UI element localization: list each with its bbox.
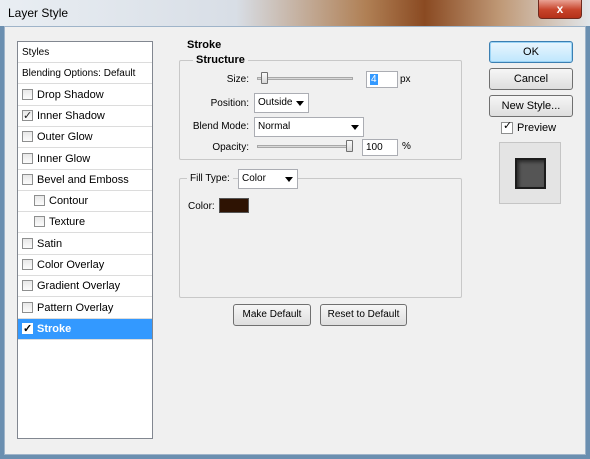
style-checkbox[interactable] bbox=[34, 195, 45, 207]
styles-list-item[interactable]: Drop Shadow bbox=[18, 85, 152, 106]
preview-thumbnail bbox=[499, 142, 561, 204]
size-input[interactable]: 4 bbox=[366, 71, 398, 88]
style-checkbox[interactable] bbox=[34, 216, 45, 228]
styles-list-item[interactable]: Inner Glow bbox=[18, 149, 152, 170]
styles-list-item[interactable]: Texture bbox=[18, 212, 152, 234]
structure-title: Structure bbox=[193, 54, 248, 66]
style-checkbox[interactable] bbox=[22, 131, 33, 143]
opacity-unit: % bbox=[402, 141, 411, 152]
position-dropdown[interactable]: Outside bbox=[254, 93, 309, 113]
styles-list-item-label: Gradient Overlay bbox=[37, 280, 121, 293]
styles-list-item-label: Drop Shadow bbox=[37, 88, 104, 101]
style-checkbox[interactable] bbox=[22, 88, 33, 100]
size-slider[interactable] bbox=[257, 77, 353, 80]
make-default-button[interactable]: Make Default bbox=[233, 304, 311, 326]
opacity-input[interactable]: 100 bbox=[362, 139, 398, 156]
position-label: Position: bbox=[210, 98, 249, 109]
opacity-slider[interactable] bbox=[257, 145, 353, 148]
styles-list-item-label: Color Overlay bbox=[37, 259, 105, 271]
styles-list-item[interactable]: Outer Glow bbox=[18, 127, 152, 149]
fill-type-label: Fill Type: bbox=[187, 173, 233, 184]
color-label: Color: bbox=[188, 201, 215, 212]
style-checkbox[interactable] bbox=[22, 319, 33, 340]
chevron-down-icon bbox=[351, 125, 359, 130]
title-bar: Layer Style x bbox=[0, 0, 590, 26]
preview-swatch bbox=[515, 158, 546, 189]
chevron-down-icon bbox=[296, 101, 304, 106]
style-checkbox[interactable] bbox=[22, 280, 33, 292]
styles-list-item-label: Bevel and Emboss bbox=[37, 173, 129, 186]
layer-style-dialog: Styles Blending Options: Default Drop Shad… bbox=[4, 26, 586, 455]
close-button[interactable]: x bbox=[538, 0, 582, 19]
preview-label: Preview bbox=[517, 122, 557, 134]
styles-list-item[interactable]: Color Overlay bbox=[18, 255, 152, 276]
opacity-slider-thumb[interactable] bbox=[346, 140, 353, 152]
style-checkbox[interactable] bbox=[22, 237, 33, 249]
styles-list-item-label: Styles bbox=[22, 47, 50, 58]
styles-list-item-label: Outer Glow bbox=[37, 131, 93, 144]
close-icon: x bbox=[556, 2, 564, 16]
chevron-down-icon bbox=[285, 177, 293, 182]
styles-list-item[interactable]: Gradient Overlay bbox=[18, 276, 152, 298]
size-unit: px bbox=[400, 74, 411, 85]
styles-list-item-label: Satin bbox=[37, 237, 63, 250]
style-checkbox[interactable] bbox=[22, 259, 33, 270]
styles-list-item[interactable]: Blending Options: Default bbox=[18, 63, 152, 85]
opacity-label: Opacity: bbox=[212, 142, 249, 153]
preview-checkbox[interactable] bbox=[501, 119, 513, 134]
size-slider-thumb[interactable] bbox=[260, 72, 268, 84]
styles-list-item-label: Inner Shadow bbox=[37, 109, 105, 122]
styles-list-item[interactable]: Pattern Overlay bbox=[18, 298, 152, 319]
styles-list-item-label: Texture bbox=[49, 216, 86, 229]
style-checkbox[interactable] bbox=[22, 152, 33, 164]
styles-list-item-label: Stroke bbox=[37, 322, 72, 335]
styles-list-item[interactable]: Contour bbox=[18, 191, 152, 213]
styles-list-item-label: Inner Glow bbox=[37, 152, 91, 165]
styles-list-item-label: Blending Options: Default bbox=[22, 68, 136, 80]
size-label: Size: bbox=[226, 74, 249, 85]
stroke-color-swatch[interactable] bbox=[219, 198, 249, 213]
style-checkbox[interactable] bbox=[22, 106, 33, 127]
new-style-button[interactable]: New Style... bbox=[489, 95, 573, 117]
styles-list: Styles Blending Options: Default Drop Shad… bbox=[17, 41, 153, 439]
blend-mode-label: Blend Mode: bbox=[192, 121, 249, 132]
styles-list-item[interactable]: Styles bbox=[18, 42, 152, 63]
stroke-section-title: Stroke bbox=[187, 39, 222, 51]
styles-list-item-label: Pattern Overlay bbox=[37, 301, 114, 314]
fill-type-group bbox=[179, 178, 462, 298]
styles-list-item[interactable]: Inner Shadow bbox=[18, 106, 152, 127]
window-title: Layer Style bbox=[8, 6, 69, 20]
styles-list-item[interactable]: Bevel and Emboss bbox=[18, 170, 152, 191]
ok-button[interactable]: OK bbox=[489, 41, 573, 63]
styles-list-item[interactable]: Stroke bbox=[18, 318, 152, 340]
styles-list-item-label: Contour bbox=[49, 195, 89, 208]
blend-mode-dropdown[interactable]: Normal bbox=[254, 117, 364, 137]
style-checkbox[interactable] bbox=[22, 301, 33, 313]
reset-to-default-button[interactable]: Reset to Default bbox=[320, 304, 407, 326]
styles-list-item[interactable]: Satin bbox=[18, 234, 152, 255]
style-checkbox[interactable] bbox=[22, 173, 33, 185]
cancel-button[interactable]: Cancel bbox=[489, 68, 573, 90]
fill-type-dropdown[interactable]: Color bbox=[238, 169, 298, 189]
